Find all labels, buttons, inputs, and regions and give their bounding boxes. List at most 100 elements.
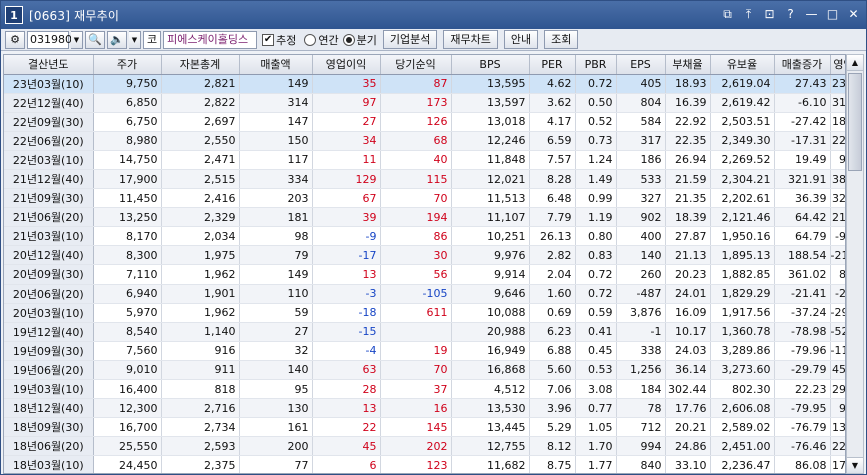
table-row[interactable]: 20년06월(20) 6,940 1,901 110 -3 -105 9,646 1.60 0.… xyxy=(4,284,845,304)
table-cell: 59 xyxy=(239,303,313,323)
financial-chart-button[interactable]: 재무차트 xyxy=(443,30,498,49)
settings-gear-icon[interactable]: ⚙ xyxy=(5,30,25,49)
link-window-icon[interactable]: ⧉ xyxy=(719,5,736,23)
minimize-icon[interactable]: — xyxy=(803,5,820,23)
table-cell: 23.44 xyxy=(830,74,845,94)
table-row[interactable]: 21년12월(40) 17,900 2,515 334 129 115 12,021 8.28… xyxy=(4,169,845,190)
table-cell: 64.42 xyxy=(774,207,831,228)
table-cell: 18.93 xyxy=(665,74,711,94)
table-row[interactable]: 18년12월(40) 12,300 2,716 130 13 16 13,530 3.96 0.… xyxy=(4,398,845,419)
table-row[interactable]: 22년12월(40) 6,850 2,822 314 97 173 13,597 3.62 0.… xyxy=(4,93,845,113)
vertical-scrollbar[interactable]: ▲ ▼ xyxy=(846,54,864,474)
table-cell: 584 xyxy=(616,112,666,132)
table-cell: 1,975 xyxy=(161,245,240,266)
table-row[interactable]: 18년09월(30) 16,700 2,734 161 22 145 13,445 5.29 1… xyxy=(4,417,845,438)
table-cell: 0.73 xyxy=(575,131,617,151)
financial-data-grid[interactable]: 결산년도 주가 자본총계 매출액 영업이익 당기순익 BPS PER PBR EPS 부채율 유보율 매… xyxy=(3,54,846,474)
table-row[interactable]: 22년03월(10) 14,750 2,471 117 11 40 11,848 7.57 1.… xyxy=(4,150,845,170)
estimate-check-icon[interactable]: ✔ xyxy=(262,33,275,46)
table-cell: 32 xyxy=(239,341,313,361)
column-header[interactable]: 유보율 xyxy=(710,55,775,75)
column-header[interactable]: PBR xyxy=(575,55,617,75)
table-cell: 5.29 xyxy=(529,417,576,438)
table-row[interactable]: 21년06월(20) 13,250 2,329 181 39 194 11,107 7.79 1… xyxy=(4,207,845,228)
speaker-icon[interactable]: 🔈 xyxy=(107,30,127,49)
search-icon[interactable]: 🔍 xyxy=(85,30,105,49)
table-cell: 20년03월(10) xyxy=(4,303,94,323)
scroll-down-icon[interactable]: ▼ xyxy=(847,457,863,473)
table-row[interactable]: 20년03월(10) 5,970 1,962 59 -18 611 10,088 0.69 0.… xyxy=(4,303,845,323)
table-row[interactable]: 23년03월(10) 9,750 2,821 149 35 87 13,595 4.62 0.7… xyxy=(4,74,845,94)
table-cell: 9.73 xyxy=(830,398,845,419)
table-cell: 400 xyxy=(616,226,666,247)
scroll-thumb[interactable] xyxy=(848,73,862,171)
table-cell: 7,110 xyxy=(93,264,162,285)
table-cell xyxy=(380,322,452,342)
column-header[interactable]: PER xyxy=(529,55,576,75)
maximize-icon[interactable]: □ xyxy=(824,5,841,23)
table-cell: 12,246 xyxy=(451,131,530,151)
table-row[interactable]: 19년12월(40) 8,540 1,140 27 -15 20,988 6.23 0.41-… xyxy=(4,322,845,342)
guide-button[interactable]: 안내 xyxy=(503,30,539,49)
column-header[interactable]: 부채율 xyxy=(665,55,711,75)
radio-annual-dot[interactable] xyxy=(304,33,317,46)
radio-annual[interactable]: 연간 xyxy=(304,32,339,48)
table-row[interactable]: 22년06월(20) 8,980 2,550 150 34 68 12,246 6.59 0.7… xyxy=(4,131,845,151)
table-cell: 110 xyxy=(239,284,313,304)
scroll-up-icon[interactable]: ▲ xyxy=(847,55,863,71)
estimate-checkbox[interactable]: ✔ 추정 xyxy=(262,32,296,48)
table-row[interactable]: 19년09월(30) 7,560 916 32 -4 19 16,949 6.88 0.45 33… xyxy=(4,341,845,361)
table-row[interactable]: 22년09월(30) 6,750 2,697 147 27 126 13,018 4.17 0.… xyxy=(4,112,845,132)
table-cell: 911 xyxy=(161,360,240,381)
code-dropdown-icon[interactable]: ▼ xyxy=(71,30,83,49)
column-header[interactable]: 매출액 xyxy=(239,55,313,75)
column-header[interactable]: EPS xyxy=(616,55,666,75)
table-cell: 87 xyxy=(380,74,452,94)
table-row[interactable]: 18년06월(20) 25,550 2,593 200 45 202 12,755 8.12 1… xyxy=(4,436,845,457)
table-cell: 181 xyxy=(239,207,313,228)
column-header[interactable]: 주가 xyxy=(93,55,162,75)
pin-top-icon[interactable]: ⤒ xyxy=(740,5,757,23)
radio-quarter[interactable]: 분기 xyxy=(342,32,377,48)
help-icon[interactable]: ? xyxy=(782,5,799,23)
table-cell: 11,513 xyxy=(451,188,530,209)
speaker-dropdown-icon[interactable]: ▼ xyxy=(129,30,141,49)
table-cell: 2,619.04 xyxy=(710,74,775,94)
table-cell: 1,962 xyxy=(161,303,240,323)
table-row[interactable]: 20년12월(40) 8,300 1,975 79 -17 30 9,976 2.82 0.83… xyxy=(4,245,845,266)
table-row[interactable]: 18년03월(10) 24,450 2,375 77 6 123 11,682 8.75 1.7… xyxy=(4,455,845,473)
table-cell: 1,140 xyxy=(161,322,240,342)
table-cell: 2,269.52 xyxy=(710,150,775,170)
table-cell: 123 xyxy=(380,455,452,473)
table-row[interactable]: 19년03월(10) 16,400 818 95 28 37 4,512 7.06 3.08 18… xyxy=(4,379,845,400)
table-cell: 2,202.61 xyxy=(710,188,775,209)
column-header[interactable]: 영익증 xyxy=(830,55,845,75)
table-cell: 840 xyxy=(616,455,666,473)
table-cell: 40 xyxy=(380,150,452,170)
radio-quarter-dot[interactable] xyxy=(342,33,355,46)
company-analysis-button[interactable]: 기업분석 xyxy=(382,30,438,49)
table-cell: -79.96 xyxy=(774,341,831,361)
column-header[interactable]: 영업이익 xyxy=(312,55,381,75)
query-button[interactable]: 조회 xyxy=(544,30,579,49)
table-row[interactable]: 21년03월(10) 8,170 2,034 98 -9 86 10,251 26.13 0.8… xyxy=(4,226,845,247)
table-cell: 2,451.00 xyxy=(710,436,775,457)
table-body: 23년03월(10) 9,750 2,821 149 35 87 13,595 4.62 0.7… xyxy=(4,74,845,473)
column-header[interactable]: 결산년도 xyxy=(4,55,94,75)
capture-icon[interactable]: ⊡ xyxy=(761,5,778,23)
table-cell: 0.53 xyxy=(575,360,617,381)
column-header[interactable]: 매출증가 xyxy=(774,55,831,75)
table-row[interactable]: 19년06월(20) 9,010 911 140 63 70 16,868 5.60 0.53 1… xyxy=(4,360,845,381)
close-icon[interactable]: ✕ xyxy=(845,5,862,23)
table-cell: 186 xyxy=(616,150,666,170)
table-cell: 3.96 xyxy=(529,398,576,419)
table-row[interactable]: 21년09월(30) 11,450 2,416 203 67 70 11,513 6.48 0.… xyxy=(4,188,845,209)
column-header[interactable]: BPS xyxy=(451,55,530,75)
table-cell: 64.79 xyxy=(774,226,831,247)
column-header[interactable]: 당기순익 xyxy=(380,55,452,75)
table-row[interactable]: 20년09월(30) 7,110 1,962 149 13 56 9,914 2.04 0.72… xyxy=(4,264,845,285)
table-cell: 23년03월(10) xyxy=(4,74,94,94)
stock-code-input[interactable]: 031980 xyxy=(27,30,72,49)
column-header[interactable]: 자본총계 xyxy=(161,55,240,75)
table-cell: 12,300 xyxy=(93,398,162,419)
